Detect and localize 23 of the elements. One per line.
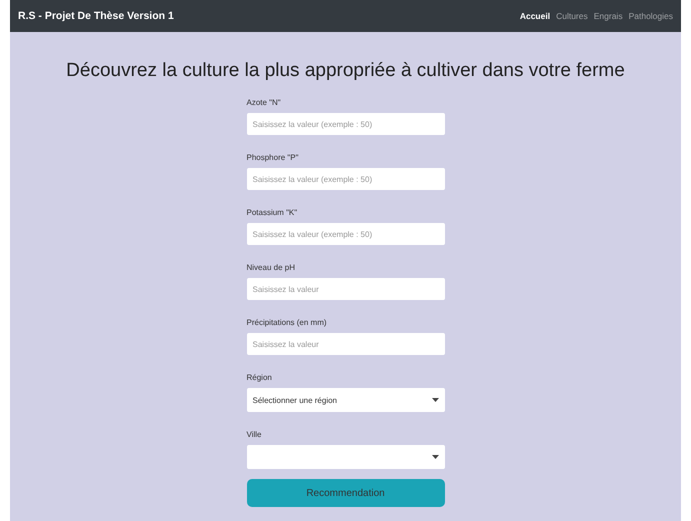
nav-link[interactable]: Pathologies <box>628 11 673 21</box>
brand-title[interactable]: R.S - Projet De Thèse Version 1 <box>18 10 174 22</box>
input-field[interactable]: Saisissez la valeur (exemple : 50) <box>246 168 444 190</box>
field-label: Ville <box>246 430 262 439</box>
input-field[interactable]: Saisissez la valeur (exemple : 50) <box>246 223 444 245</box>
select-dropdown[interactable] <box>246 445 444 469</box>
nav-link[interactable]: Cultures <box>556 11 588 21</box>
input-field[interactable]: Saisissez la valeur <box>246 278 444 300</box>
select-dropdown[interactable]: Sélectionner une région <box>246 388 444 412</box>
page-heading: Découvrez la culture la plus appropriée à cultiver dans votre ferme <box>66 60 625 82</box>
field-label: Précipitations (en mm) <box>246 318 328 327</box>
caret-icon <box>432 455 438 459</box>
recommendation-button[interactable]: Recommendation <box>246 479 444 507</box>
field-label: Potassium "K" <box>246 208 298 217</box>
nav-link[interactable]: Engrais <box>594 11 623 21</box>
field-label: Azote "N" <box>246 98 282 107</box>
field-label: Phosphore "P" <box>246 153 300 162</box>
input-field[interactable]: Saisissez la valeur <box>246 333 444 355</box>
caret-icon <box>432 398 438 402</box>
field-label: Niveau de pH <box>246 263 296 272</box>
nav-link[interactable]: Accueil <box>520 11 550 21</box>
field-label: Région <box>246 373 273 382</box>
input-field[interactable]: Saisissez la valeur (exemple : 50) <box>246 113 444 135</box>
